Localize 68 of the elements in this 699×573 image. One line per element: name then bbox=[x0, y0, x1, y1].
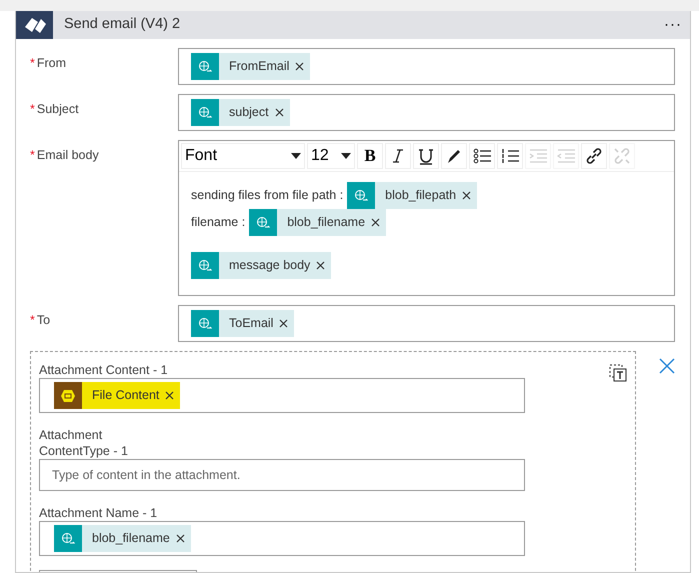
required-mark: * bbox=[30, 102, 35, 116]
token-chip[interactable]: blob_filename bbox=[54, 525, 191, 552]
indent-icon bbox=[529, 148, 547, 164]
file-icon bbox=[54, 382, 82, 409]
token-chip[interactable]: blob_filename bbox=[249, 209, 386, 236]
numbered-list-icon bbox=[501, 148, 519, 164]
underline-icon bbox=[418, 148, 434, 164]
input-field[interactable]: File Content bbox=[39, 378, 525, 413]
close-button[interactable] bbox=[659, 356, 675, 375]
remove-icon[interactable] bbox=[371, 218, 380, 227]
token-chip[interactable]: FromEmail bbox=[191, 53, 310, 80]
body-text: filename : bbox=[191, 214, 246, 232]
remove-icon[interactable] bbox=[295, 62, 304, 71]
remove-icon[interactable] bbox=[165, 391, 174, 400]
input-field[interactable]: blob_filename bbox=[39, 521, 525, 556]
globe-icon bbox=[347, 182, 376, 209]
token-chip[interactable]: File Content bbox=[54, 382, 180, 409]
field-label: To bbox=[36, 313, 50, 327]
required-mark: * bbox=[30, 56, 35, 70]
remove-icon[interactable] bbox=[274, 108, 284, 117]
italic-button[interactable] bbox=[385, 143, 411, 169]
bullet-list-button[interactable] bbox=[469, 143, 495, 169]
globe-icon bbox=[191, 53, 219, 80]
globe-icon bbox=[191, 310, 219, 337]
remove-icon[interactable] bbox=[316, 261, 326, 270]
rich-text-editor[interactable]: Font 12 B sending files from file path : blob_filepath filename : blob_filename message body bbox=[178, 140, 675, 296]
input-field[interactable]: subject bbox=[178, 94, 675, 131]
token-chip[interactable]: ToEmail bbox=[191, 310, 294, 337]
input-field[interactable]: ToEmail bbox=[178, 305, 675, 342]
outdent-icon bbox=[557, 148, 575, 164]
connector-icon bbox=[16, 11, 53, 39]
pen-icon[interactable] bbox=[441, 143, 467, 169]
body-text: sending files from file path : bbox=[191, 187, 344, 204]
remove-icon[interactable] bbox=[462, 191, 472, 200]
card-title: Send email (V4) 2 bbox=[63, 15, 180, 34]
text-mode-icon[interactable] bbox=[609, 364, 627, 382]
globe-icon bbox=[249, 209, 278, 236]
input-field[interactable]: FromEmail bbox=[178, 48, 675, 85]
italic-icon bbox=[392, 148, 404, 164]
globe-icon bbox=[191, 252, 219, 279]
field-label: Subject bbox=[36, 102, 79, 116]
input-field[interactable]: Type of content in the attachment. bbox=[39, 459, 525, 491]
field-label: From bbox=[36, 56, 66, 70]
more-menu-button[interactable]: ··· bbox=[658, 12, 690, 38]
globe-icon bbox=[191, 99, 219, 126]
token-chip[interactable]: subject bbox=[191, 99, 290, 126]
link-icon bbox=[585, 147, 603, 165]
caret-icon bbox=[341, 153, 351, 159]
required-mark: * bbox=[30, 313, 35, 327]
numbered-list-button[interactable] bbox=[497, 143, 523, 169]
token-chip[interactable]: message body bbox=[191, 252, 332, 279]
remove-icon[interactable] bbox=[176, 534, 185, 543]
link-button[interactable] bbox=[581, 143, 607, 169]
bold-button[interactable]: B bbox=[357, 143, 383, 169]
token-chip[interactable]: blob_filepath bbox=[347, 182, 478, 209]
unlink-icon bbox=[613, 147, 631, 165]
field-label: Email body bbox=[36, 148, 99, 162]
field-label: Attachment Content - 1 bbox=[39, 362, 169, 378]
field-label: Attachment ContentType - 1 bbox=[39, 427, 129, 459]
font-dropdown[interactable]: Font bbox=[181, 143, 305, 169]
underline-button[interactable] bbox=[413, 143, 439, 169]
font-size-dropdown[interactable]: 12 bbox=[307, 143, 355, 169]
field-label: Attachment Name - 1 bbox=[39, 505, 158, 521]
required-mark: * bbox=[30, 148, 35, 162]
remove-icon[interactable] bbox=[279, 319, 288, 328]
caret-icon bbox=[291, 153, 301, 159]
bullet-list-icon bbox=[473, 148, 491, 164]
globe-icon bbox=[54, 525, 82, 552]
